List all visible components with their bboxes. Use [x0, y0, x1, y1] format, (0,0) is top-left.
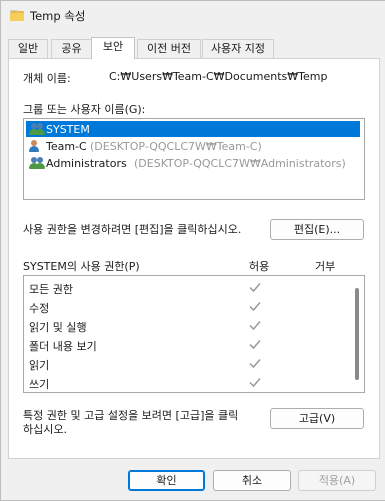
permission-name: 쓰기	[29, 378, 50, 391]
user-account-path: (DESKTOP-QQCLC7W₩Team-C)	[90, 140, 262, 153]
allow-check-icon	[248, 299, 262, 313]
allow-check-icon	[248, 356, 262, 370]
user-name: Team-C	[46, 140, 87, 153]
allow-check-icon	[248, 375, 262, 389]
user-row-administrators[interactable]: Administrators (DESKTOP-QQCLC7W₩Administ…	[26, 155, 360, 171]
object-name-value: C:₩Users₩Team-C₩Documents₩Temp	[109, 70, 328, 83]
permission-row: 읽기 및 실행	[29, 317, 369, 336]
edit-button[interactable]: 편집(E)...	[270, 219, 364, 240]
permission-row: 모든 권한	[29, 279, 369, 298]
window-title: Temp 속성	[30, 9, 86, 23]
user-group-icon	[29, 122, 45, 136]
apply-button[interactable]: 적용(A)	[298, 470, 376, 491]
title-bar[interactable]: Temp 속성	[1, 1, 385, 31]
object-name-label: 개체 이름:	[23, 72, 71, 85]
permission-name: 모든 권한	[29, 283, 73, 296]
tab-sharing[interactable]: 공유	[51, 39, 92, 58]
tab-strip: 일반 공유 보안 이전 버전 사용자 지정	[8, 37, 380, 59]
allow-check-icon	[248, 318, 262, 332]
user-row-team-c[interactable]: Team-C (DESKTOP-QQCLC7W₩Team-C)	[26, 138, 360, 154]
allow-check-icon	[248, 280, 262, 294]
user-icon	[29, 139, 45, 153]
tab-general[interactable]: 일반	[8, 39, 48, 58]
tab-security[interactable]: 보안	[91, 37, 135, 59]
permission-name: 폴더 내용 보기	[29, 340, 97, 353]
allow-header: 허용	[249, 260, 270, 273]
permission-name: 읽기	[29, 359, 50, 372]
user-account-path: (DESKTOP-QQCLC7W₩Administrators)	[134, 157, 346, 170]
user-name: SYSTEM	[46, 123, 90, 136]
user-name: Administrators	[46, 157, 127, 170]
permissions-list[interactable]: 모든 권한 수정 읽기 및 실행 폴더 내용 보기 읽기 쓰기	[23, 275, 365, 393]
allow-check-icon	[248, 337, 262, 351]
folder-icon	[10, 10, 24, 21]
security-panel: 개체 이름: C:₩Users₩Team-C₩Documents₩Temp 그룹…	[8, 58, 380, 459]
cancel-button[interactable]: 취소	[213, 470, 291, 491]
groups-label: 그룹 또는 사용자 이름(G):	[23, 103, 146, 116]
permission-name: 수정	[29, 302, 50, 315]
deny-header: 거부	[315, 260, 336, 273]
user-row-system[interactable]: SYSTEM	[26, 121, 360, 137]
permissions-header: SYSTEM의 사용 권한(P)	[23, 260, 140, 273]
permissions-scrollbar[interactable]	[355, 288, 359, 380]
users-listbox[interactable]: SYSTEM Team-C (DESKTOP-QQCLC7W₩Team-C) A…	[23, 118, 365, 200]
permission-row: 쓰기	[29, 374, 369, 393]
permission-row: 읽기	[29, 355, 369, 374]
properties-window: Temp 속성 일반 공유 보안 이전 버전 사용자 지정 개체 이름: C:₩…	[0, 0, 385, 501]
ok-button[interactable]: 확인	[128, 470, 205, 491]
tab-previous-versions[interactable]: 이전 버전	[137, 39, 201, 58]
permission-name: 읽기 및 실행	[29, 321, 87, 334]
advanced-button[interactable]: 고급(V)	[270, 408, 364, 429]
permission-row: 폴더 내용 보기	[29, 336, 369, 355]
edit-hint: 사용 권한을 변경하려면 [편집]을 클릭하십시오.	[23, 223, 242, 236]
user-group-icon	[29, 156, 45, 170]
tab-customize[interactable]: 사용자 지정	[202, 39, 274, 58]
permission-row: 수정	[29, 298, 369, 317]
advanced-hint-line2: 하십시오.	[23, 423, 67, 436]
